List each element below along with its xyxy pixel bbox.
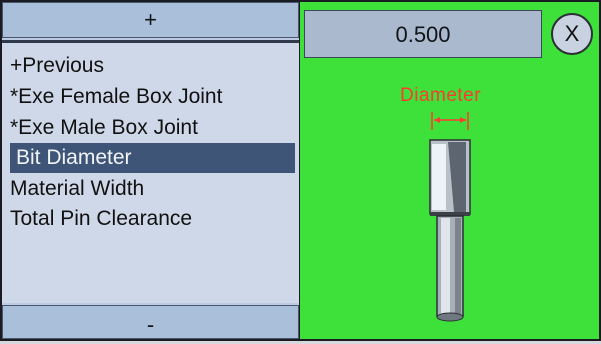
menu-item-material-width[interactable]: Material Width bbox=[10, 174, 144, 204]
menu-item-exe-male-box-joint[interactable]: *Exe Male Box Joint bbox=[10, 113, 198, 143]
close-button[interactable]: X bbox=[551, 13, 593, 55]
scroll-down-button[interactable]: - bbox=[2, 305, 299, 339]
menu-item-bit-diameter[interactable]: Bit Diameter bbox=[10, 143, 295, 173]
detail-panel: 0.500 X Diameter bbox=[300, 2, 599, 339]
menu-list: +Previous *Exe Female Box Joint *Exe Mal… bbox=[2, 40, 299, 303]
menu-panel: + +Previous *Exe Female Box Joint *Exe M… bbox=[2, 2, 299, 339]
value-display[interactable]: 0.500 bbox=[304, 10, 542, 58]
menu-item-total-pin-clearance[interactable]: Total Pin Clearance bbox=[10, 204, 192, 234]
menu-item-previous[interactable]: +Previous bbox=[10, 51, 104, 81]
menu-item-exe-female-box-joint[interactable]: *Exe Female Box Joint bbox=[10, 82, 222, 112]
router-bit-icon bbox=[429, 112, 471, 322]
device-screen: + +Previous *Exe Female Box Joint *Exe M… bbox=[0, 0, 601, 341]
scroll-up-button[interactable]: + bbox=[2, 2, 299, 38]
diameter-label: Diameter bbox=[400, 85, 482, 106]
